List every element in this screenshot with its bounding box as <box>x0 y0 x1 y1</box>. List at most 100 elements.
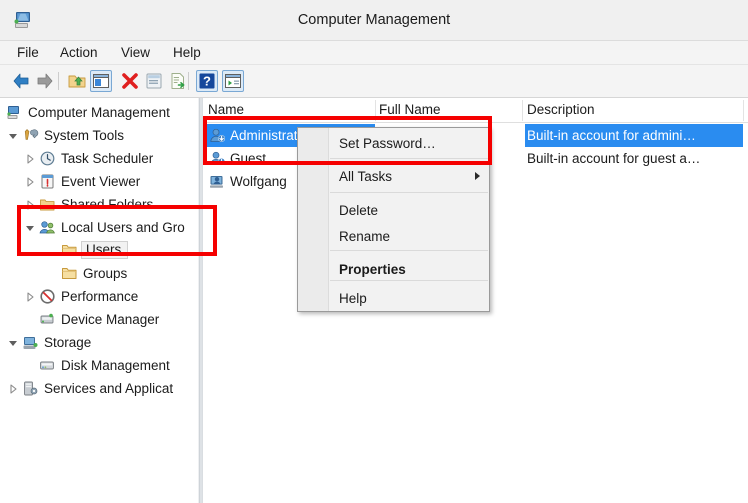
export-list-icon[interactable] <box>167 70 189 92</box>
tree-item-label: Event Viewer <box>61 173 141 189</box>
tree-item-label: Local Users and Gro <box>61 219 185 235</box>
column-divider[interactable] <box>375 100 376 121</box>
computer-icon <box>6 104 23 121</box>
svg-text:?: ? <box>203 74 211 89</box>
performance-icon <box>39 288 56 305</box>
context-menu-item-label: Set Password… <box>339 135 436 151</box>
tree-item-task-scheduler[interactable]: Task Scheduler <box>27 147 154 170</box>
context-menu-separator <box>330 192 488 193</box>
storage-icon <box>22 334 39 351</box>
event-viewer-icon <box>39 173 56 190</box>
column-header-name[interactable]: Name <box>208 102 244 117</box>
system-tools-icon <box>22 127 39 144</box>
help-question-icon[interactable]: ? <box>196 70 218 92</box>
menu-help[interactable]: Help <box>168 44 206 61</box>
twisty-collapsed-icon[interactable] <box>24 291 36 303</box>
context-menu-item-label: Properties <box>339 261 406 277</box>
user-builtin-icon <box>209 150 226 167</box>
menu-action[interactable]: Action <box>55 44 103 61</box>
tree-item-device-manager[interactable]: Device Manager <box>39 308 159 331</box>
window-title: Computer Management <box>297 12 451 28</box>
description-cell[interactable]: Built-in account for guest a… <box>525 147 743 170</box>
tree-item-local-users-and-gro[interactable]: Local Users and Gro <box>26 216 185 239</box>
tree-item-system-tools[interactable]: System Tools <box>9 124 125 147</box>
delete-x-icon[interactable] <box>119 70 141 92</box>
tree-item-label: Storage <box>44 334 92 350</box>
twisty-collapsed-icon[interactable] <box>24 176 36 188</box>
user-builtin-icon <box>209 127 226 144</box>
tree-item-computer-management[interactable]: Computer Management <box>6 101 170 124</box>
tree-item-performance[interactable]: Performance <box>27 285 139 308</box>
tree-item-label: Shared Folders <box>61 196 154 212</box>
column-divider[interactable] <box>522 100 523 121</box>
properties-icon[interactable] <box>143 70 165 92</box>
context-menu-item-delete[interactable]: Delete <box>330 196 490 224</box>
tree-item-shared-folders[interactable]: Shared Folders <box>27 193 154 216</box>
tree-item-label: Task Scheduler <box>61 150 154 166</box>
twisty-expanded-icon[interactable] <box>24 222 36 234</box>
tree-item-label: Groups <box>83 265 128 281</box>
context-menu-item-label: Rename <box>339 228 391 244</box>
tree-item-services-and-applicat[interactable]: Services and Applicat <box>10 377 174 400</box>
tree-item-label: Computer Management <box>28 104 170 120</box>
tree-item-event-viewer[interactable]: Event Viewer <box>27 170 141 193</box>
show-hide-console-tree-icon[interactable] <box>90 70 112 92</box>
menu-bar: File Action View Help <box>0 41 748 65</box>
context-menu-item-label: Delete <box>339 202 379 218</box>
device-manager-icon <box>39 311 56 328</box>
menu-file[interactable]: File <box>12 44 44 61</box>
context-menu-item-help[interactable]: Help <box>330 284 490 312</box>
user-name-label: Guest <box>230 151 267 166</box>
title-bar: Computer Management <box>0 0 748 41</box>
tree-item-disk-management[interactable]: Disk Management <box>39 354 170 377</box>
twisty-expanded-icon[interactable] <box>7 337 19 349</box>
tree-item-label: Performance <box>61 288 139 304</box>
twisty-collapsed-icon[interactable] <box>24 153 36 165</box>
context-menu-icon-gutter <box>298 128 329 311</box>
context-menu-item-rename[interactable]: Rename <box>330 222 490 250</box>
tree-item-label: Disk Management <box>61 357 170 373</box>
list-column-header[interactable]: Name Full Name Description <box>203 98 748 123</box>
up-folder-icon[interactable] <box>66 70 88 92</box>
folder-icon <box>61 265 78 282</box>
tree-item-groups[interactable]: Groups <box>61 262 127 285</box>
twisty-collapsed-icon[interactable] <box>7 383 19 395</box>
console-tree-panel[interactable]: Computer Management System Tools Task Sche… <box>0 98 198 503</box>
clock-icon <box>39 150 56 167</box>
column-header-description[interactable]: Description <box>527 102 595 117</box>
tree-item-label: Services and Applicat <box>44 380 174 396</box>
column-divider[interactable] <box>743 100 744 121</box>
context-menu-separator <box>330 158 488 159</box>
tree-item-label: Users <box>81 240 129 260</box>
user-name-label: Wolfgang <box>230 174 287 189</box>
twisty-collapsed-icon[interactable] <box>24 199 36 211</box>
tree-item-label: System Tools <box>44 127 125 143</box>
context-menu[interactable]: Set Password… All Tasks Delete Rename Proper… <box>297 127 490 312</box>
description-cell[interactable]: Built-in account for admini… <box>525 124 743 147</box>
submenu-arrow-icon <box>475 172 480 180</box>
tree-item-storage[interactable]: Storage <box>9 331 92 354</box>
menu-view[interactable]: View <box>116 44 155 61</box>
disk-management-icon <box>39 357 56 374</box>
description-cell[interactable] <box>525 170 743 193</box>
column-header-full-name[interactable]: Full Name <box>379 102 441 117</box>
show-action-pane-icon[interactable] <box>222 70 244 92</box>
context-menu-separator <box>330 250 488 251</box>
services-icon <box>22 380 39 397</box>
tree-item-users[interactable]: Users <box>61 239 129 262</box>
local-users-icon <box>39 219 56 236</box>
forward-arrow-icon[interactable] <box>34 70 56 92</box>
shared-folders-icon <box>39 196 56 213</box>
context-menu-item-properties[interactable]: Properties <box>330 255 490 283</box>
tree-item-label: Device Manager <box>61 311 160 327</box>
toolbar: ? <box>0 65 748 98</box>
context-menu-item-all-tasks[interactable]: All Tasks <box>330 162 490 190</box>
back-arrow-icon[interactable] <box>10 70 32 92</box>
folder-icon <box>61 242 78 259</box>
user-icon <box>209 173 226 190</box>
toolbar-separator <box>58 72 59 90</box>
context-menu-item-set-password[interactable]: Set Password… <box>330 129 490 157</box>
computer-management-window: Computer Management File Action View Help <box>0 0 748 503</box>
twisty-expanded-icon[interactable] <box>7 130 19 142</box>
context-menu-item-label: Help <box>339 290 367 306</box>
